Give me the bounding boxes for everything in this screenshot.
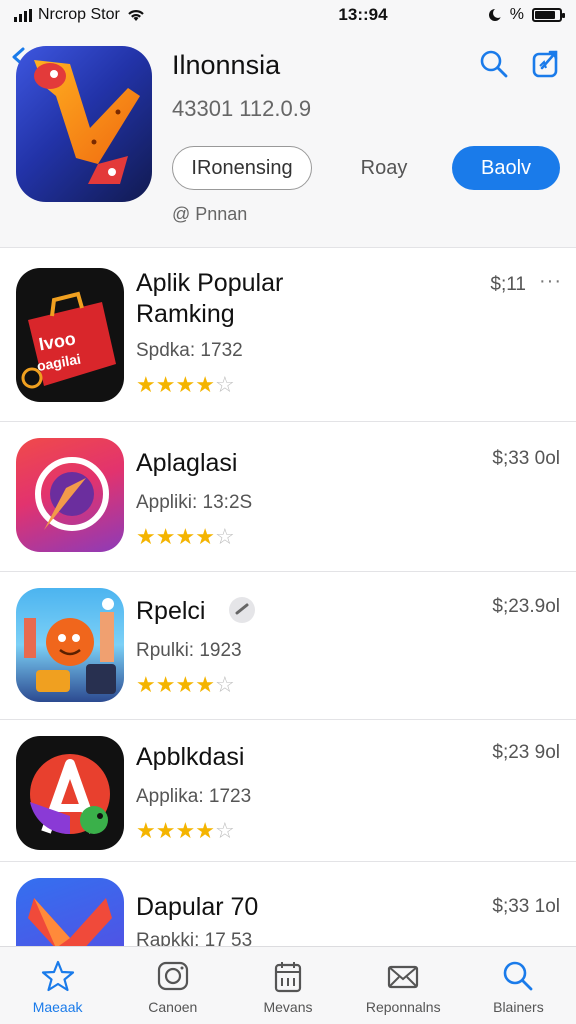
status-bar: Nrcrop Stor 13::94 % (0, 0, 576, 30)
star-full-icon: ★ (155, 372, 176, 397)
tab-label: Blainers (493, 999, 544, 1015)
app-title: Ilnonnsia (172, 50, 281, 80)
tab-label: Reponnalns (365, 999, 441, 1015)
signal-icon (14, 8, 32, 22)
star-full-icon: ★ (136, 372, 156, 397)
shopping-bag-icon: Ivoo oagilai (16, 268, 124, 402)
star-full-icon: ★ (175, 524, 196, 549)
item-title: Rpelci (136, 597, 206, 625)
item-subtitle: Appliki: 13:2S (136, 492, 253, 513)
battery-fill (535, 11, 556, 19)
item-subtitle: Applika: 1723 (136, 786, 252, 807)
search-icon[interactable] (478, 48, 510, 80)
star-half-icon: ★ (195, 524, 215, 549)
wifi-icon (128, 10, 144, 21)
hero-app-icon (16, 46, 152, 202)
item-title-line2: Ramking (136, 300, 235, 328)
star-full-icon: ★ (155, 672, 176, 697)
status-time: 13::94 (338, 5, 388, 24)
item-subtitle: Spdka: 1732 (136, 340, 243, 361)
star-empty-icon: ☆ (214, 672, 235, 697)
text-action-button[interactable]: Roay (336, 146, 432, 190)
more-options-icon[interactable]: ··· (539, 270, 562, 293)
app-version: 43301 112.0.9 (172, 96, 312, 121)
item-price: $;33 0ol (492, 448, 560, 469)
search-icon (504, 961, 533, 991)
item-title: Aplik Popular (136, 269, 284, 297)
item-price: $;23.9ol (492, 596, 560, 617)
item-title: Aplaglasi (136, 449, 238, 477)
list-item[interactable]: Ivoo oagilai Aplik Popular Ramking Spdka… (0, 248, 576, 422)
star-half-icon: ★ (195, 818, 215, 843)
heart-shape-icon (16, 878, 124, 950)
item-subtitle: Rpulki: 1923 (136, 640, 242, 661)
cartoon-game-icon (16, 588, 124, 702)
rating-stars: ★ ★ ★ ★ ☆ (136, 526, 235, 548)
star-empty-icon: ☆ (214, 372, 235, 397)
rating-stars: ★ ★ ★ ★ ☆ (136, 674, 235, 696)
primary-action-button[interactable]: Baolv (452, 146, 560, 190)
tab-label: Maeaak (32, 999, 83, 1015)
battery-icon (532, 8, 565, 22)
star-full-icon: ★ (195, 672, 215, 697)
calendar-icon (274, 962, 302, 993)
envelope-icon (388, 965, 419, 989)
hero-lightning-art (34, 60, 140, 184)
star-full-icon: ★ (155, 524, 176, 549)
tab-events[interactable]: Mevans (230, 947, 345, 1024)
status-right: % (452, 6, 565, 24)
status-left: Nrcrop Stor (14, 6, 214, 24)
star-full-icon: ★ (136, 818, 156, 843)
list-item[interactable]: Apblkdasi Applika: 1723 ★ ★ ★ ★ ☆ $;23 9ol (0, 720, 576, 862)
battery-percent: % (509, 6, 524, 23)
tab-label: Mevans (263, 999, 313, 1015)
header-actions (478, 48, 562, 80)
tab-label: Canoen (148, 999, 198, 1015)
badge-icon (229, 597, 255, 623)
tab-featured[interactable]: Maeaak (0, 947, 115, 1024)
camera-ring-icon (16, 438, 124, 552)
letter-a-icon (16, 736, 124, 850)
tab-camera[interactable]: Canoen (115, 947, 230, 1024)
item-title: Dapular 70 (136, 893, 259, 921)
item-price: $;11 (490, 274, 526, 295)
app-list: Ivoo oagilai Aplik Popular Ramking Spdka… (0, 248, 576, 950)
moon-icon (488, 8, 502, 21)
star-empty-icon: ☆ (214, 818, 235, 843)
list-item[interactable]: Dapular 70 Rapkki: 17 53 $;33 1ol (0, 862, 576, 950)
item-price: $;23 9ol (492, 742, 560, 763)
carrier-label: Nrcrop Stor (38, 6, 120, 23)
tab-search[interactable]: Blainers (461, 947, 576, 1024)
star-empty-icon: ☆ (214, 524, 235, 549)
star-full-icon: ★ (136, 672, 156, 697)
star-full-icon: ★ (175, 818, 196, 843)
tab-messages[interactable]: Reponnalns (346, 947, 461, 1024)
list-item[interactable]: Rpelci Rpulki: 1923 ★ ★ ★ ★ ☆ $;23.9ol (0, 572, 576, 720)
rating-stars: ★ ★ ★ ★ ☆ (136, 820, 235, 842)
star-full-icon: ★ (155, 818, 176, 843)
item-title: Apblkdasi (136, 743, 245, 771)
camera-icon (157, 961, 188, 991)
rating-stars: ★ ★ ★ ★ ☆ (136, 374, 235, 396)
outline-action-button[interactable]: IRonensing (172, 146, 312, 190)
star-full-icon: ★ (175, 372, 196, 397)
star-half-icon: ★ (195, 372, 215, 397)
star-full-icon: ★ (175, 672, 196, 697)
star-icon (41, 960, 74, 992)
item-price: $;33 1ol (492, 896, 560, 917)
developer-link[interactable]: @ Pnnan (172, 204, 247, 225)
tab-bar: Maeaak Canoen Mevans Reponnalns Blainers (0, 946, 576, 1024)
star-full-icon: ★ (136, 524, 156, 549)
list-item[interactable]: Aplaglasi Appliki: 13:2S ★ ★ ★ ★ ☆ $;33 0ol (0, 422, 576, 572)
share-edit-icon[interactable] (530, 48, 562, 80)
app-header: Ilnonnsia 43301 112.0.9 IRonensing Roay … (0, 30, 576, 248)
